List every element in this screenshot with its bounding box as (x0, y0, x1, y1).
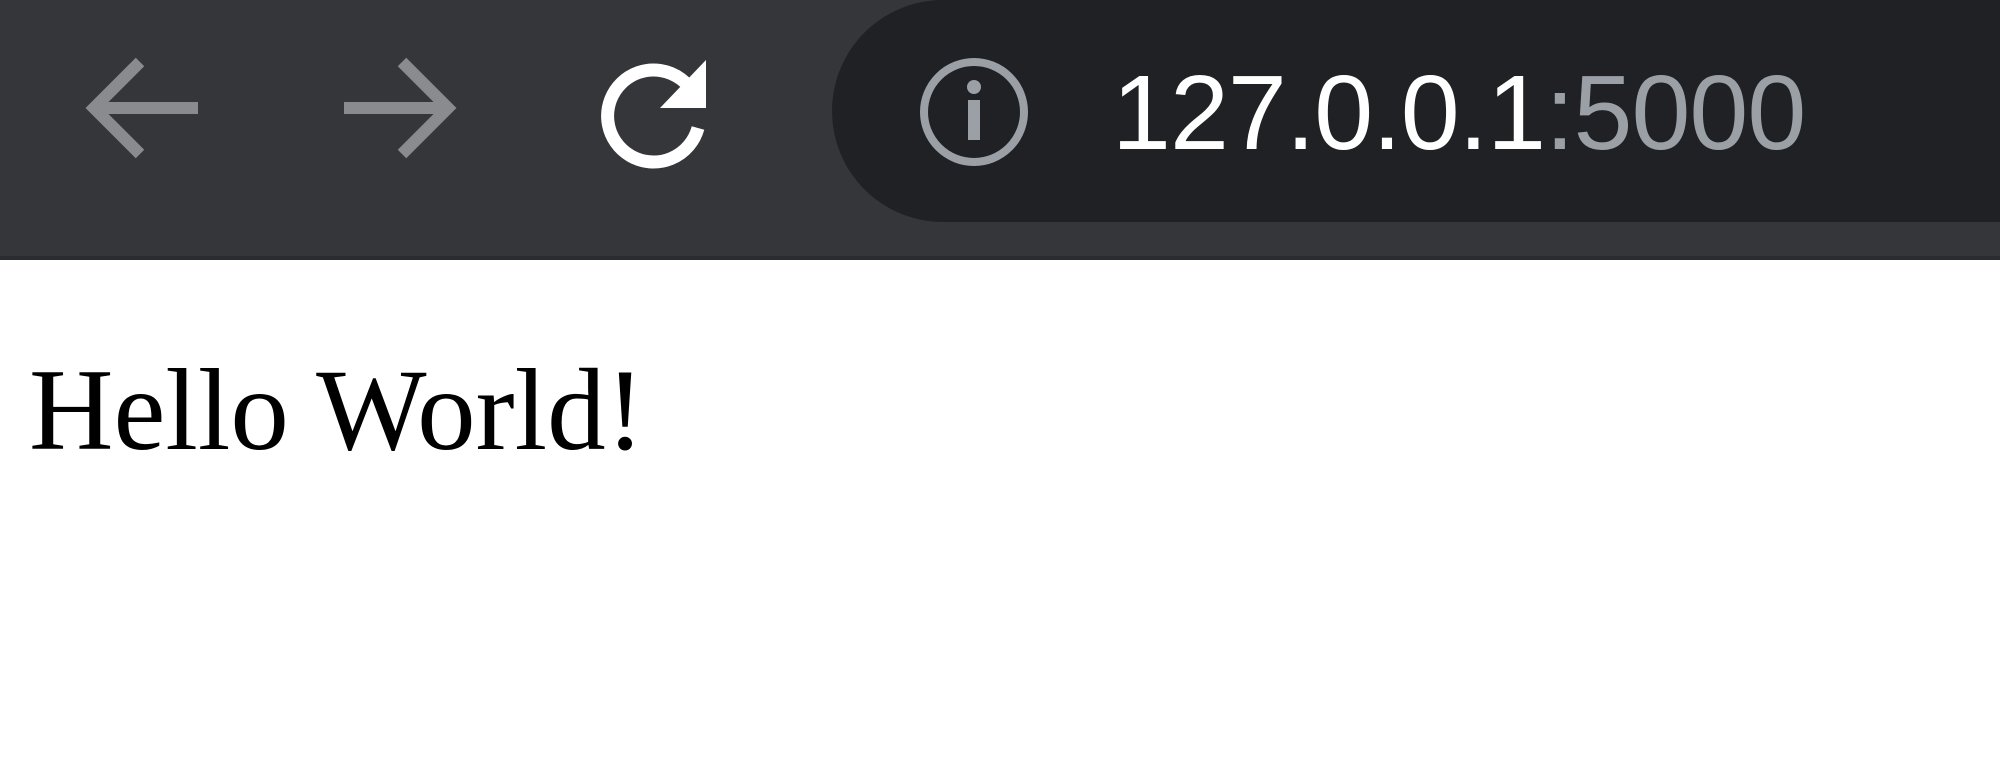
url-port: :5000 (1545, 54, 1806, 172)
reload-icon (594, 50, 718, 174)
info-icon[interactable] (918, 56, 1030, 168)
forward-button[interactable] (340, 52, 460, 172)
back-button[interactable] (82, 52, 202, 172)
hello-world-text: Hello World! (29, 346, 645, 475)
url-host: 127.0.0.1 (1112, 54, 1546, 172)
arrow-left-icon (82, 52, 202, 172)
page-content: Hello World! (0, 264, 2000, 776)
browser-toolbar: 127.0.0.1:5000 (0, 0, 2000, 260)
reload-button[interactable] (596, 52, 716, 172)
url-text[interactable]: 127.0.0.1:5000 (1112, 54, 1806, 172)
arrow-right-icon (340, 52, 460, 172)
address-bar[interactable]: 127.0.0.1:5000 (832, 0, 2000, 222)
